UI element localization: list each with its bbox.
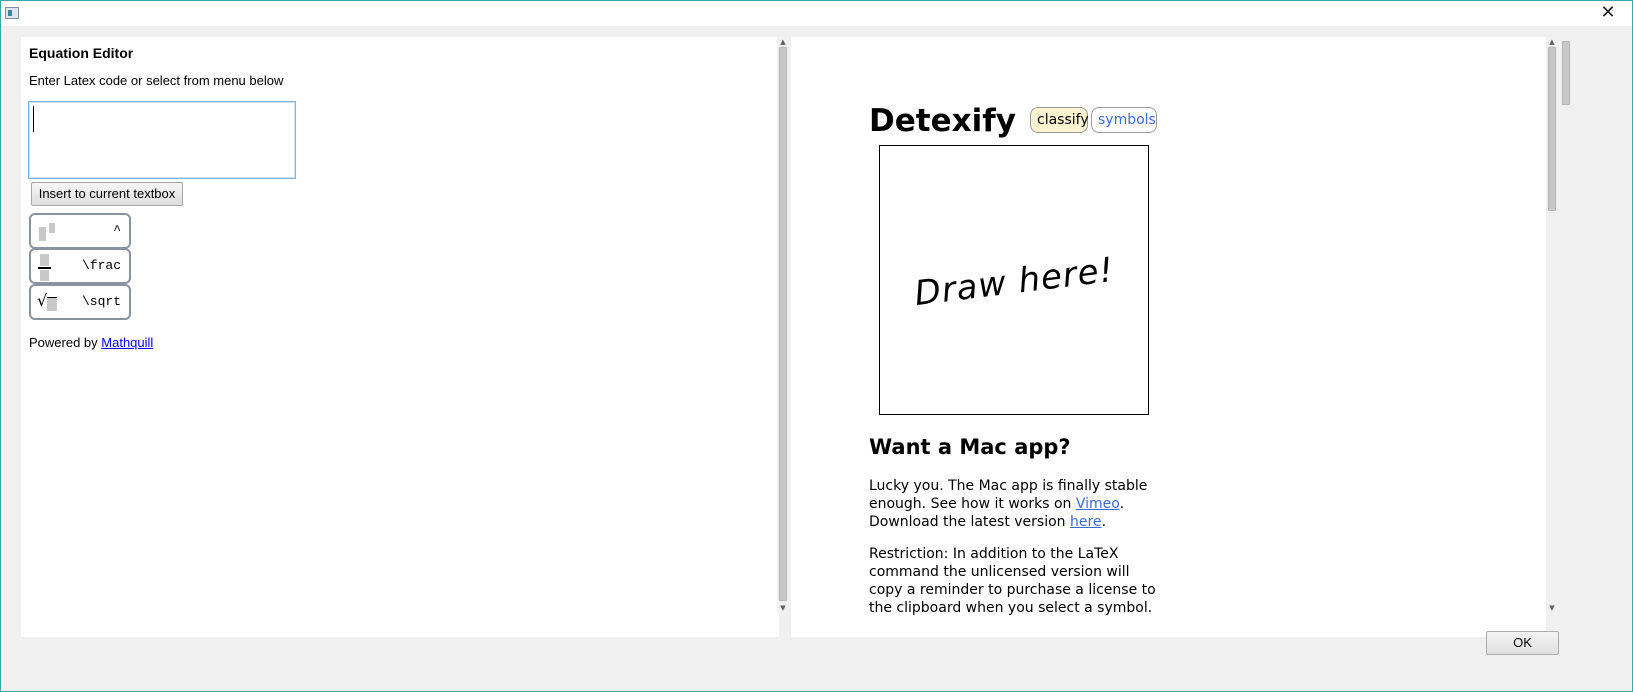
square-root-icon: √ [37,291,48,310]
equation-editor-title: Equation Editor [29,45,134,61]
restriction-paragraph: Restriction: In addition to the LaTeX co… [869,546,1156,616]
superscript-icon [39,227,46,241]
title-bar: ✕ [1,1,1632,26]
ok-button[interactable]: OK [1486,631,1559,655]
scroll-up-icon[interactable]: ▲ [777,37,789,47]
app-window: ✕ Equation Editor Enter Latex code or se… [0,0,1633,692]
outer-scrollbar[interactable] [1560,37,1572,111]
scroll-thumb[interactable] [1548,47,1556,211]
symbol-code: \sqrt [81,294,121,309]
left-scrollbar[interactable]: ▲ ▼ [777,37,789,613]
scroll-down-icon[interactable]: ▼ [1546,603,1558,613]
detexify-title: Detexify [869,103,1016,139]
text-caret [33,106,34,132]
powered-by: Powered by Mathquill [29,335,154,350]
square-root-button[interactable]: √ \sqrt [29,284,131,320]
mac-app-heading: Want a Mac app? [869,435,1071,459]
superscript-button[interactable]: ^ [29,213,131,249]
insert-to-textbox-button[interactable]: Insert to current textbox [31,182,183,206]
fraction-button[interactable]: \frac [29,248,131,284]
latex-instruction: Enter Latex code or select from menu bel… [29,73,284,88]
tab-classify[interactable]: classify [1030,107,1089,133]
scroll-thumb[interactable] [1562,41,1570,105]
scroll-down-icon[interactable]: ▼ [777,603,789,613]
right-scrollbar[interactable]: ▲ ▼ [1546,37,1558,613]
app-icon [5,7,19,19]
mathquill-link[interactable]: Mathquill [101,335,153,350]
symbol-code: ^ [113,223,121,238]
equation-editor-pane: Equation Editor Enter Latex code or sele… [21,37,779,637]
scroll-thumb[interactable] [779,47,787,601]
scroll-up-icon[interactable]: ▲ [1546,37,1558,47]
detexify-pane: Detexify classify symbols Draw here! Wan… [791,37,1546,637]
vimeo-link[interactable]: Vimeo [1076,496,1120,512]
tab-symbols[interactable]: symbols [1091,107,1157,133]
latex-input[interactable] [28,101,296,179]
close-icon[interactable]: ✕ [1598,3,1618,23]
symbol-code: \frac [81,258,121,273]
download-link[interactable]: here [1070,514,1102,530]
mac-app-paragraph: Lucky you. The Mac app is finally stable… [869,478,1148,530]
fraction-icon [40,254,49,266]
drawing-canvas[interactable]: Draw here! [879,145,1149,415]
draw-hint: Draw here! [912,249,1117,315]
